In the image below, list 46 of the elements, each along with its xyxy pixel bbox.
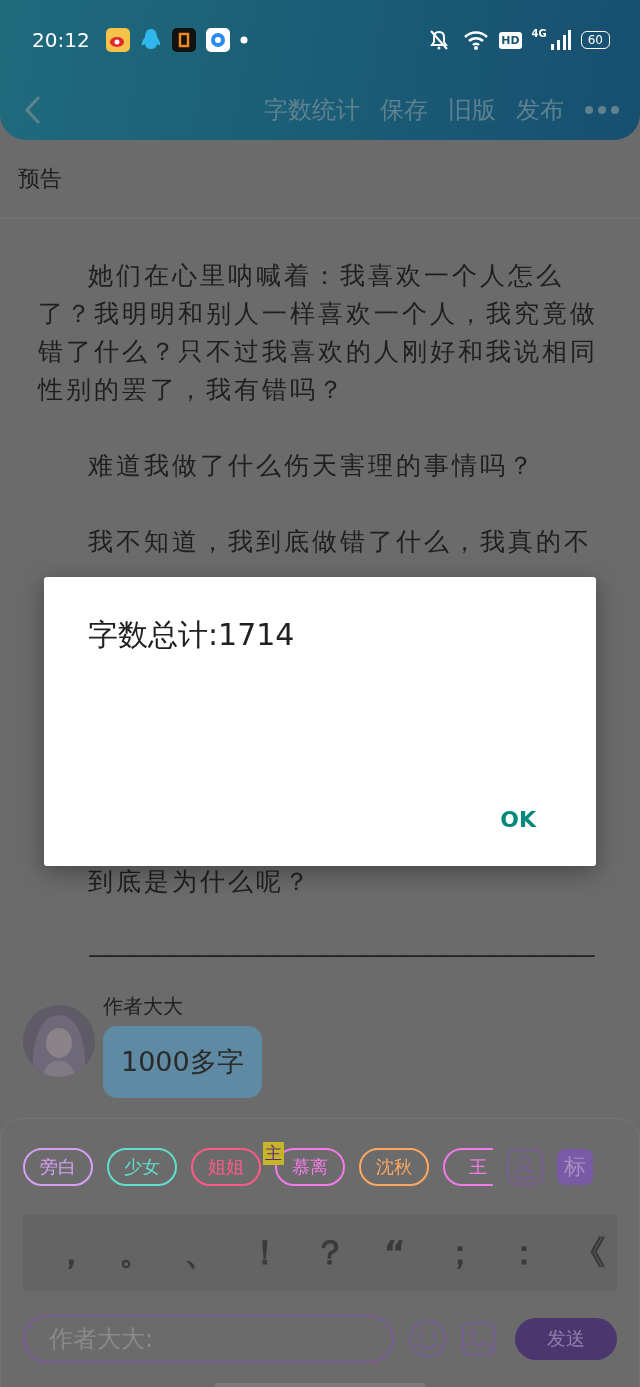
- more-icon[interactable]: [584, 105, 620, 115]
- dialog-message: 字数总计:1714: [88, 616, 296, 654]
- app-icon: [171, 28, 196, 52]
- battery-level: 60: [580, 31, 610, 49]
- story-paragraph: 我不知道，我到底做错了什么，我真的不: [87, 525, 593, 558]
- story-paragraph: 她们在心里呐喊着：我喜欢一个人怎么了？我明明和别人一样喜欢一个人，我究竟做错了什么？只不过我喜欢的人刚好和我说相同性别的罢了，我有错吗？: [38, 259, 599, 406]
- person-button[interactable]: [507, 1149, 543, 1185]
- toolbar-action[interactable]: 字数统计: [264, 94, 360, 126]
- browser-icon: [205, 28, 230, 52]
- punctuation-key[interactable]: “: [374, 1233, 415, 1273]
- penguin-icon: [139, 28, 162, 52]
- punctuation-key[interactable]: 。: [115, 1230, 156, 1276]
- punctuation-key[interactable]: 、: [180, 1230, 221, 1276]
- divider-line: ————————————————————————: [87, 938, 594, 971]
- punctuation-key[interactable]: ，: [51, 1230, 91, 1276]
- signal-icon: [548, 29, 571, 51]
- chapter-title: 预告: [18, 164, 62, 193]
- author-name: 作者大大: [103, 993, 183, 1020]
- ok-button[interactable]: OK: [500, 807, 552, 832]
- story-paragraph: 到底是为什么呢？: [87, 865, 313, 898]
- toolbar-action[interactable]: 旧版: [448, 94, 496, 126]
- role-chip[interactable]: 姐姐: [191, 1148, 261, 1186]
- dot-icon: [239, 36, 248, 44]
- image-icon[interactable]: [461, 1321, 497, 1357]
- network-label: 4G: [531, 28, 547, 39]
- punctuation-key[interactable]: ；: [439, 1230, 480, 1276]
- punctuation-key[interactable]: ！: [245, 1230, 286, 1276]
- toolbar-action[interactable]: 保存: [380, 94, 428, 126]
- toolbar-action[interactable]: 发布: [516, 94, 564, 126]
- send-button[interactable]: 发送: [514, 1318, 617, 1360]
- wifi-icon: [463, 29, 490, 51]
- status-time: 20:12: [32, 28, 90, 52]
- punctuation-key[interactable]: ：: [504, 1230, 545, 1276]
- hd-label: HD: [499, 31, 522, 49]
- message-bubble: 1000多字: [103, 1026, 262, 1098]
- role-chip[interactable]: 旁白: [23, 1148, 93, 1186]
- story-paragraph: 难道我做了什么伤天害理的事情吗？: [87, 449, 537, 482]
- back-icon[interactable]: [24, 95, 42, 125]
- role-chip[interactable]: 少女: [107, 1148, 177, 1186]
- role-chip[interactable]: 沈秋: [359, 1148, 429, 1186]
- emoji-icon[interactable]: [407, 1319, 448, 1359]
- role-chip[interactable]: 王: [443, 1148, 493, 1186]
- punctuation-key[interactable]: 《: [569, 1230, 609, 1276]
- weibo-icon: [105, 28, 130, 52]
- punctuation-key[interactable]: ？: [310, 1230, 350, 1276]
- main-role-badge: 主: [263, 1142, 284, 1165]
